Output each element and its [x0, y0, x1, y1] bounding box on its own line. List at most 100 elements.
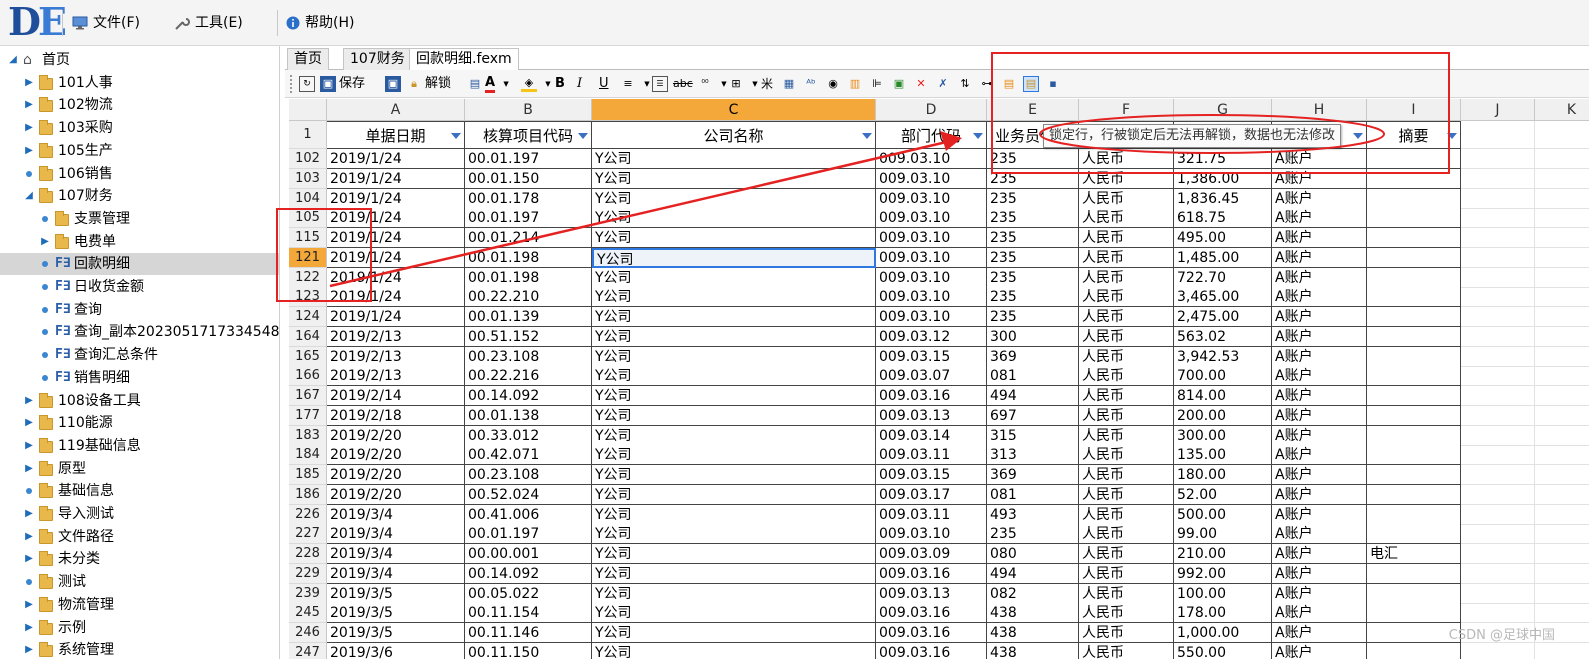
- table-cell[interactable]: 人民币: [1079, 465, 1174, 485]
- table-cell[interactable]: Y公司: [592, 228, 876, 248]
- table-cell[interactable]: [1367, 287, 1461, 308]
- table-cell[interactable]: 700.00: [1174, 366, 1272, 387]
- table-cell[interactable]: 009.03.10: [876, 247, 987, 268]
- table-cell[interactable]: 009.03.07: [876, 366, 987, 387]
- table-cell[interactable]: [1367, 583, 1461, 604]
- table-cell[interactable]: Y公司: [592, 386, 876, 406]
- tree-bullet-icon[interactable]: [26, 488, 32, 495]
- table-cell[interactable]: A账户: [1272, 445, 1367, 466]
- table-cell[interactable]: 52.00: [1174, 484, 1272, 505]
- grid-corner[interactable]: [289, 99, 327, 121]
- empty-cell[interactable]: [1535, 307, 1589, 327]
- table-cell[interactable]: 人民币: [1079, 563, 1174, 584]
- tree-bullet-icon[interactable]: [42, 374, 48, 381]
- table-cell[interactable]: 081: [987, 484, 1079, 505]
- table-cell[interactable]: 2019/3/5: [327, 583, 465, 604]
- row-header[interactable]: 165: [289, 346, 327, 367]
- collapsed-arrow-icon[interactable]: ▶: [22, 117, 36, 139]
- table-cell[interactable]: 100.00: [1174, 583, 1272, 604]
- collapsed-arrow-icon[interactable]: ▶: [22, 503, 36, 525]
- filter-dropdown-icon[interactable]: [451, 133, 461, 139]
- row-header[interactable]: 122: [289, 267, 327, 288]
- table-cell[interactable]: 495.00: [1174, 228, 1272, 248]
- table-cell[interactable]: Y公司: [592, 623, 876, 643]
- table-cell[interactable]: 00.11.150: [465, 642, 592, 659]
- row-header[interactable]: 1: [289, 121, 327, 149]
- table-cell[interactable]: 135.00: [1174, 445, 1272, 466]
- table-cell[interactable]: [1367, 484, 1461, 505]
- table-cell[interactable]: 009.03.16: [876, 623, 987, 643]
- table-cell[interactable]: Y公司: [592, 504, 876, 525]
- empty-cell[interactable]: [1535, 366, 1589, 387]
- collapsed-arrow-icon[interactable]: ▶: [22, 72, 36, 94]
- table-cell[interactable]: [1367, 168, 1461, 189]
- table-cell[interactable]: 315: [987, 425, 1079, 446]
- table-cell[interactable]: [1367, 425, 1461, 446]
- table-cell[interactable]: 2019/1/24: [327, 149, 465, 169]
- table-cell[interactable]: 2019/2/13: [327, 326, 465, 347]
- row-header[interactable]: 246: [289, 623, 327, 643]
- tree-bullet-icon[interactable]: [42, 352, 48, 359]
- align-button[interactable]: ≡ ▼: [620, 75, 655, 93]
- table-cell[interactable]: 人民币: [1079, 425, 1174, 446]
- table-cell[interactable]: 00.22.216: [465, 366, 592, 387]
- filter-dropdown-icon[interactable]: [1353, 133, 1363, 139]
- row-header[interactable]: 167: [289, 386, 327, 406]
- empty-cell[interactable]: [1461, 208, 1535, 229]
- table-cell[interactable]: 人民币: [1079, 247, 1174, 268]
- table-cell[interactable]: [1367, 267, 1461, 288]
- empty-cell[interactable]: [1535, 564, 1589, 584]
- table-cell[interactable]: 1,836.45: [1174, 188, 1272, 209]
- table-cell[interactable]: 009.03.10: [876, 228, 987, 248]
- table-cell[interactable]: 00.51.152: [465, 326, 592, 347]
- table-cell[interactable]: A账户: [1272, 149, 1367, 169]
- refresh-button[interactable]: ↻: [299, 75, 315, 93]
- table-cell[interactable]: Y公司: [592, 307, 876, 327]
- table-cell[interactable]: 009.03.10: [876, 208, 987, 229]
- empty-cell[interactable]: [1461, 346, 1535, 367]
- row-header[interactable]: 185: [289, 465, 327, 485]
- table-cell[interactable]: 2019/1/24: [327, 247, 465, 268]
- table-cell[interactable]: 2019/3/4: [327, 524, 465, 545]
- table-cell[interactable]: Y公司: [592, 188, 876, 209]
- row-header[interactable]: 186: [289, 484, 327, 505]
- table-cell[interactable]: 009.03.13: [876, 583, 987, 604]
- table-cell[interactable]: 009.03.16: [876, 386, 987, 406]
- table-cell[interactable]: 235: [987, 247, 1079, 268]
- table-cell[interactable]: 人民币: [1079, 623, 1174, 643]
- table-cell[interactable]: 2019/1/24: [327, 307, 465, 327]
- font-color-button[interactable]: A ▼: [485, 75, 514, 93]
- table-cell[interactable]: [1367, 307, 1461, 327]
- table-button[interactable]: ▦: [781, 75, 797, 93]
- table-cell[interactable]: 992.00: [1174, 563, 1272, 584]
- row-header[interactable]: 103: [289, 168, 327, 189]
- table-cell[interactable]: 081: [987, 366, 1079, 387]
- table-cell[interactable]: 235: [987, 267, 1079, 288]
- table-cell[interactable]: 009.03.10: [876, 188, 987, 209]
- empty-cell[interactable]: [1461, 504, 1535, 525]
- table-cell[interactable]: 009.03.16: [876, 563, 987, 584]
- table-cell[interactable]: 2019/3/4: [327, 544, 465, 564]
- empty-cell[interactable]: [1535, 208, 1589, 229]
- table-cell[interactable]: 00.23.108: [465, 465, 592, 485]
- print-button[interactable]: ▤: [467, 75, 483, 93]
- table-cell[interactable]: A账户: [1272, 623, 1367, 643]
- table-cell[interactable]: 人民币: [1079, 524, 1174, 545]
- column-header[interactable]: I: [1367, 99, 1461, 121]
- table-cell[interactable]: 321.75: [1174, 149, 1272, 169]
- table-cell[interactable]: 618.75: [1174, 208, 1272, 229]
- table-cell[interactable]: A账户: [1272, 267, 1367, 288]
- table-cell[interactable]: [1367, 603, 1461, 624]
- table-cell[interactable]: 080: [987, 544, 1079, 564]
- empty-cell[interactable]: [1461, 583, 1535, 604]
- table-cell[interactable]: Y公司: [592, 524, 876, 545]
- row-header[interactable]: 166: [289, 366, 327, 387]
- table-cell[interactable]: 00.14.092: [465, 563, 592, 584]
- table-cell[interactable]: [1367, 208, 1461, 229]
- sidebar-item[interactable]: F∃ 日收货金额: [0, 276, 279, 298]
- italic-button[interactable]: I: [577, 75, 582, 93]
- empty-cell[interactable]: [1461, 563, 1535, 584]
- row-header[interactable]: 245: [289, 603, 327, 624]
- table-cell[interactable]: 人民币: [1079, 445, 1174, 466]
- table-cell[interactable]: Y公司: [592, 267, 876, 288]
